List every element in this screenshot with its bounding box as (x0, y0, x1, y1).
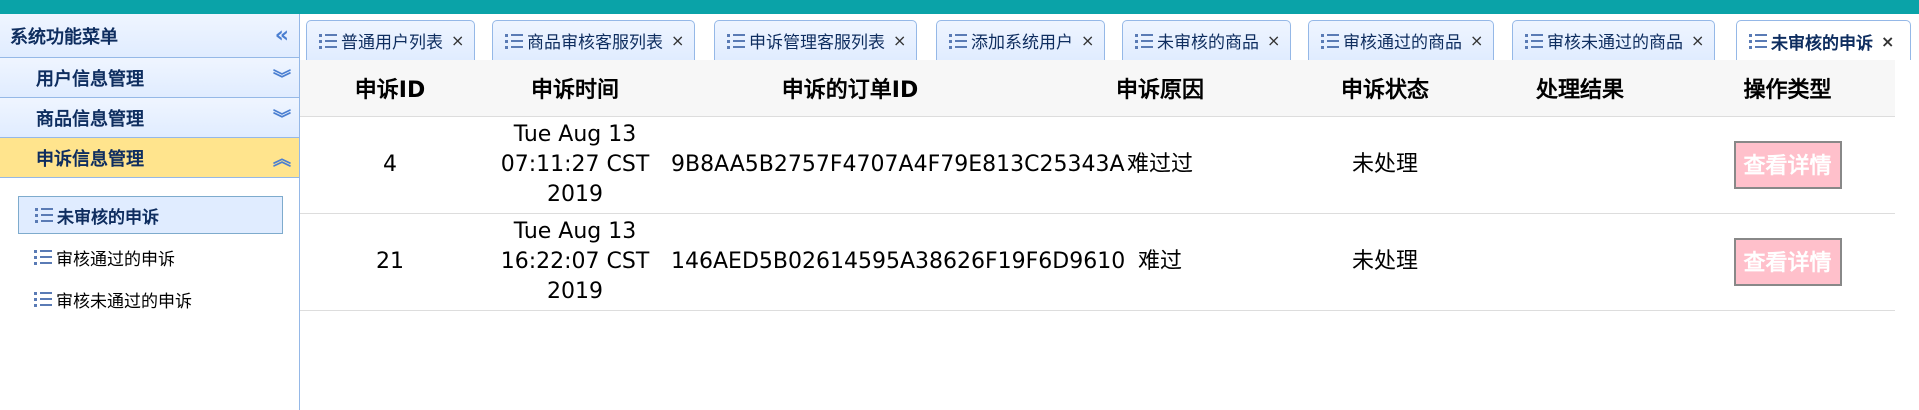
cell-appeal-time: Tue Aug 13 07:11:27 CST 2019 (480, 116, 670, 214)
tab-unreviewed-appeals[interactable]: 未审核的申诉 × (1736, 20, 1911, 61)
cell-order-id: 146AED5B02614595A38626F19F6D9610 (670, 213, 1125, 311)
cell-action: 查看详情 (1680, 213, 1895, 311)
tab-label: 未审核的商品 (1157, 33, 1259, 53)
close-icon[interactable]: × (1081, 31, 1094, 50)
tab-normal-users[interactable]: 普通用户列表 × (306, 20, 476, 60)
close-icon[interactable]: × (451, 31, 464, 50)
view-details-button[interactable]: 查看详情 (1733, 238, 1842, 286)
cell-order-id: 9B8AA5B2757F4707A4F79E813C25343A (670, 116, 1125, 214)
cell-appeal-time: Tue Aug 13 16:22:07 CST 2019 (480, 213, 670, 311)
chevron-double-down-icon[interactable]: ︾ (273, 105, 291, 131)
time-line: 16:22:07 CST (500, 249, 650, 274)
time-line: 2019 (547, 182, 603, 207)
tab-bar: 普通用户列表 × 商品审核客服列表 × 申诉管理客服列表 × 添加系统用户 × … (300, 14, 1919, 61)
menu-item-approved-appeals[interactable]: 审核通过的申诉 (18, 238, 283, 276)
header-appeal-time: 申诉时间 (480, 60, 670, 117)
header-order-id: 申诉的订单ID (670, 60, 1030, 117)
tab-label: 添加系统用户 (971, 33, 1073, 53)
list-icon (1749, 32, 1767, 50)
list-icon (34, 248, 52, 266)
close-icon[interactable]: × (1691, 31, 1704, 50)
header-appeal-status: 申诉状态 (1290, 60, 1480, 117)
list-icon (1525, 32, 1543, 50)
appeal-table: 申诉ID 申诉时间 申诉的订单ID 申诉原因 申诉状态 处理结果 操作类型 4 … (300, 60, 1895, 311)
tab-label: 申诉管理客服列表 (749, 33, 885, 53)
appeal-menu-body: 未审核的申诉 审核通过的申诉 审核未通过的申诉 (0, 178, 299, 318)
menu-item-rejected-appeals[interactable]: 审核未通过的申诉 (18, 280, 283, 318)
tab-rejected-products[interactable]: 审核未通过的商品 × (1512, 20, 1716, 60)
cell-appeal-id: 21 (300, 213, 480, 311)
table-header-row: 申诉ID 申诉时间 申诉的订单ID 申诉原因 申诉状态 处理结果 操作类型 (300, 60, 1895, 117)
header-appeal-reason: 申诉原因 (1030, 60, 1290, 117)
list-icon (949, 32, 967, 50)
sidebar-header: 系统功能菜单 « (0, 14, 299, 58)
close-icon[interactable]: × (893, 31, 906, 50)
cell-action: 查看详情 (1680, 116, 1895, 214)
cell-appeal-status: 未处理 (1290, 213, 1480, 311)
list-icon (1321, 32, 1339, 50)
sidebar-menu: 系统功能菜单 « 用户信息管理 ︾ 商品信息管理 ︾ 申诉信息管理 ︽ 未审核的… (0, 14, 300, 410)
time-line: 07:11:27 CST (500, 152, 650, 177)
menu-item-label: 审核通过的申诉 (56, 249, 175, 270)
tab-approved-products[interactable]: 审核通过的商品 × (1308, 20, 1495, 60)
tab-appeal-staff[interactable]: 申诉管理客服列表 × (714, 20, 918, 60)
tab-unreviewed-products[interactable]: 未审核的商品 × (1122, 20, 1292, 60)
time-line: Tue Aug 13 (513, 219, 637, 244)
cell-appeal-id: 4 (300, 116, 480, 214)
list-icon (505, 32, 523, 50)
top-banner (0, 0, 1919, 14)
view-details-button[interactable]: 查看详情 (1733, 141, 1842, 189)
tab-label: 商品审核客服列表 (527, 33, 663, 53)
header-appeal-id: 申诉ID (300, 60, 480, 117)
sidebar-title: 系统功能菜单 (10, 26, 118, 48)
section-label: 商品信息管理 (36, 108, 144, 130)
cell-appeal-status: 未处理 (1290, 116, 1480, 214)
header-result: 处理结果 (1480, 60, 1680, 117)
section-label: 申诉信息管理 (36, 148, 144, 170)
tab-product-review-staff[interactable]: 商品审核客服列表 × (492, 20, 696, 60)
section-user-info[interactable]: 用户信息管理 ︾ (0, 58, 299, 98)
close-icon[interactable]: × (1267, 31, 1280, 50)
chevron-double-down-icon[interactable]: ︾ (273, 65, 291, 91)
list-icon (1135, 32, 1153, 50)
section-product-info[interactable]: 商品信息管理 ︾ (0, 98, 299, 138)
tab-label: 普通用户列表 (341, 33, 443, 53)
table-row[interactable]: 4 Tue Aug 13 07:11:27 CST 2019 9B8AA5B27… (300, 116, 1895, 214)
list-icon (35, 206, 53, 224)
menu-item-label: 审核未通过的申诉 (56, 291, 192, 312)
header-action: 操作类型 (1680, 60, 1895, 117)
list-icon (34, 290, 52, 308)
chevron-double-up-icon[interactable]: ︽ (273, 145, 291, 171)
cell-result (1480, 213, 1680, 311)
list-icon (319, 32, 337, 50)
close-icon[interactable]: × (671, 31, 684, 50)
section-appeal-info[interactable]: 申诉信息管理 ︽ (0, 138, 299, 178)
menu-item-label: 未审核的申诉 (57, 207, 159, 228)
section-label: 用户信息管理 (36, 68, 144, 90)
menu-item-unreviewed-appeals[interactable]: 未审核的申诉 (18, 196, 283, 234)
collapse-sidebar-icon[interactable]: « (275, 23, 289, 48)
cell-result (1480, 116, 1680, 214)
table-row[interactable]: 21 Tue Aug 13 16:22:07 CST 2019 146AED5B… (300, 213, 1895, 311)
time-line: Tue Aug 13 (513, 122, 637, 147)
tab-add-system-user[interactable]: 添加系统用户 × (936, 20, 1106, 60)
tab-label: 审核未通过的商品 (1547, 33, 1683, 53)
tab-label: 未审核的申诉 (1771, 33, 1873, 54)
list-icon (727, 32, 745, 50)
close-icon[interactable]: × (1881, 32, 1894, 51)
tab-label: 审核通过的商品 (1343, 33, 1462, 53)
close-icon[interactable]: × (1470, 31, 1483, 50)
vertical-scrollbar[interactable] (1896, 60, 1919, 410)
time-line: 2019 (547, 279, 603, 304)
